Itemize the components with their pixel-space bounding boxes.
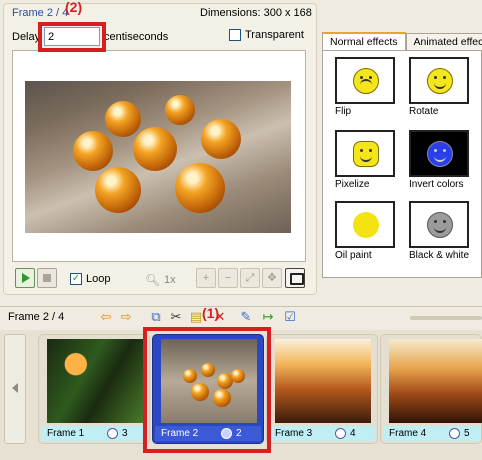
frame-name: Frame 4	[389, 428, 427, 439]
frame-card-4[interactable]: Frame 4 5	[380, 334, 482, 444]
effect-black-white[interactable]: Black & white	[409, 201, 482, 263]
loop-label: Loop	[86, 273, 111, 285]
cut-icon[interactable]: ✂	[168, 309, 184, 325]
magnifier-icon: 🔍︎	[145, 273, 161, 287]
smiley-invert-icon	[427, 141, 453, 167]
edit-icon[interactable]: ✎	[238, 309, 254, 325]
effect-label: Invert colors	[409, 179, 464, 190]
zoom-out-icon[interactable]: −	[218, 268, 238, 288]
properties-icon[interactable]: ☑	[282, 309, 298, 325]
tab-animated-effects[interactable]: Animated effects	[405, 33, 482, 50]
effect-invert-colors[interactable]: Invert colors	[409, 130, 482, 192]
frame-card-1[interactable]: Frame 1 3	[38, 334, 150, 444]
transparent-label: Transparent	[245, 29, 304, 41]
toolbar-frame-counter: Frame 2 / 4	[8, 311, 65, 323]
toolbar-scrollbar[interactable]	[410, 316, 482, 320]
smiley-pixelize-icon	[353, 141, 379, 167]
play-button[interactable]	[15, 268, 35, 288]
frame-card-3[interactable]: Frame 3 4	[266, 334, 378, 444]
scroll-left-button[interactable]	[4, 334, 26, 444]
effect-label: Black & white	[409, 250, 470, 261]
effects-panel: Flip Rotate Pixelize Invert colors Oil p…	[322, 50, 482, 278]
annotation-label-1: (1)	[202, 305, 220, 321]
frame-thumbnail	[389, 339, 482, 423]
effect-flip[interactable]: Flip	[335, 57, 409, 119]
delay-unit-label: centiseconds	[104, 31, 169, 43]
actual-size-icon[interactable]: ✥	[262, 268, 282, 288]
transparent-option[interactable]: Transparent	[229, 29, 304, 41]
frame-thumbnail	[275, 339, 371, 423]
effect-label: Pixelize	[335, 179, 370, 190]
tab-normal-effects[interactable]: Normal effects	[322, 32, 406, 51]
smiley-oil-icon	[353, 212, 379, 238]
frame-info-bar: Frame 4 5	[383, 426, 481, 441]
clock-icon	[107, 428, 118, 439]
effect-label: Flip	[335, 106, 352, 117]
smiley-flip-icon	[353, 68, 379, 94]
dimensions-label: Dimensions: 300 x 168	[200, 7, 312, 19]
fit-icon[interactable]: ⤢	[240, 268, 260, 288]
insert-icon[interactable]: ↦	[260, 309, 276, 325]
effect-rotate[interactable]: Rotate	[409, 57, 482, 119]
transparent-checkbox[interactable]	[229, 29, 241, 41]
frame-info-bar: Frame 3 4	[269, 426, 375, 441]
monitor-icon[interactable]	[285, 268, 305, 288]
clock-icon	[335, 428, 346, 439]
effect-label: Rotate	[409, 106, 439, 117]
stop-button[interactable]	[37, 268, 57, 288]
zoom-in-icon[interactable]: +	[196, 268, 216, 288]
loop-option[interactable]: ✓ Loop	[70, 273, 110, 285]
move-right-icon[interactable]: ⇨	[118, 309, 134, 325]
frame-delay: 3	[122, 428, 128, 439]
smiley-bw-icon	[427, 212, 453, 238]
preview-image	[25, 81, 291, 233]
loop-checkbox[interactable]: ✓	[70, 273, 82, 285]
effect-oil-paint[interactable]: Oil paint	[335, 201, 409, 263]
move-left-icon[interactable]: ⇦	[98, 309, 114, 325]
effects-tabs: Normal effects Animated effects	[322, 32, 482, 51]
effect-pixelize[interactable]: Pixelize	[335, 130, 409, 192]
effect-label: Oil paint	[335, 250, 372, 261]
frame-name: Frame 1	[47, 428, 85, 439]
frame-name: Frame 3	[275, 428, 313, 439]
zoom-value: 1x	[164, 274, 176, 286]
copy-icon[interactable]: ⧉	[148, 309, 164, 325]
clock-icon	[449, 428, 460, 439]
frame-thumbnail	[47, 339, 143, 423]
smiley-rotate-icon	[427, 68, 453, 94]
annotation-box-delay	[38, 22, 106, 52]
frame-counter: Frame 2 / 4	[12, 7, 69, 19]
annotation-box-frame	[143, 327, 271, 453]
annotation-label-2: (2)	[65, 0, 83, 15]
frame-delay: 5	[464, 428, 470, 439]
frame-preview	[12, 50, 306, 262]
delay-label: Delay	[12, 31, 41, 43]
frame-info-bar: Frame 1 3	[41, 426, 147, 441]
frame-delay: 4	[350, 428, 356, 439]
